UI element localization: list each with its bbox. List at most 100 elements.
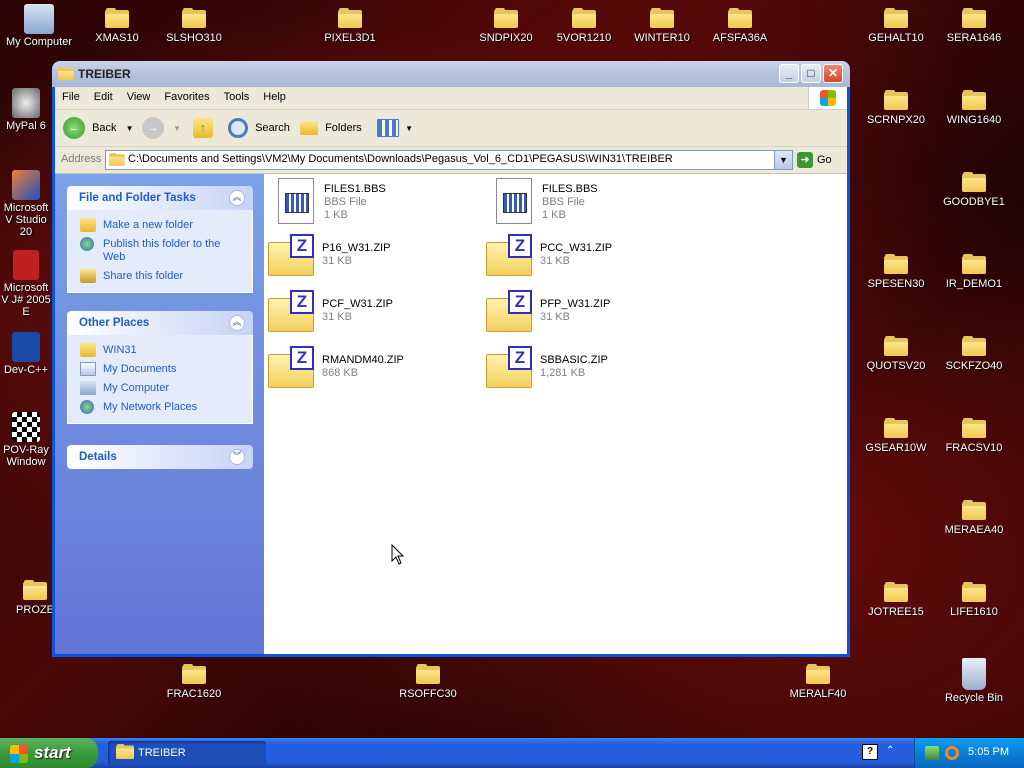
maximize-button[interactable]: □ (801, 64, 821, 83)
file-item[interactable]: Z PFP_W31.ZIP 31 KB (482, 288, 692, 334)
search-button[interactable]: Search (228, 117, 290, 139)
menu-edit[interactable]: Edit (87, 87, 120, 103)
file-item[interactable]: Z PCC_W31.ZIP 31 KB (482, 232, 692, 278)
desktop-icon-label: RSOFFC30 (399, 688, 457, 700)
menu-help[interactable]: Help (256, 87, 293, 103)
desktop-icon-mypal[interactable]: MyPal 6 (0, 88, 52, 132)
desktop-icon-sckfzo40[interactable]: SCKFZO40 (935, 336, 1013, 372)
file-item[interactable]: Z SBBASIC.ZIP 1,281 KB (482, 344, 692, 390)
desktop-icon-5vor1210[interactable]: 5VOR1210 (545, 8, 623, 44)
desktop-icon-rsoffc30[interactable]: RSOFFC30 (389, 664, 467, 700)
folder-icon (416, 664, 440, 684)
file-item[interactable]: Z RMANDM40.ZIP 868 KB (264, 344, 474, 390)
desktop-icon-ir-demo1[interactable]: IR_DEMO1 (935, 254, 1013, 290)
desktop-icon-povray[interactable]: POV-Ray Window (0, 412, 52, 468)
clock[interactable]: 5:05 PM (968, 746, 1009, 758)
system-tray: 5:05 PM (914, 738, 1024, 768)
file-name: FILES.BBS (542, 183, 598, 195)
taskbar-item-label: TREIBER (138, 747, 186, 759)
desktop-icon-life1610[interactable]: LIFE1610 (935, 582, 1013, 618)
task-publish-folder[interactable]: Publish this folder to the Web (68, 235, 252, 267)
expand-icon[interactable]: ︾ (229, 449, 245, 465)
desktop-icon-gehalt10[interactable]: GEHALT10 (857, 8, 935, 44)
vjsharp-icon (13, 250, 39, 280)
minimize-button[interactable]: _ (779, 64, 799, 83)
desktop-icon-scrnpx20[interactable]: SCRNPX20 (857, 90, 935, 126)
desktop-icon-quotsv20[interactable]: QUOTSV20 (857, 336, 935, 372)
file-item[interactable]: Z P16_W31.ZIP 31 KB (264, 232, 474, 278)
file-item[interactable]: Z PCF_W31.ZIP 31 KB (264, 288, 474, 334)
file-item[interactable]: FILES.BBS BBS File 1 KB (486, 178, 696, 226)
menu-file[interactable]: File (55, 87, 87, 103)
desktop-icon-dev-cpp[interactable]: Dev-C++ (0, 332, 52, 376)
search-tray-icon[interactable] (945, 746, 959, 760)
desktop-icon-wing1640[interactable]: WING1640 (935, 90, 1013, 126)
place-my-documents[interactable]: My Documents (68, 360, 252, 379)
desktop-icon-label: WING1640 (946, 114, 1002, 126)
details-panel: Details ︾ (67, 445, 253, 469)
panel-header[interactable]: File and Folder Tasks ︽ (67, 186, 253, 210)
file-folder-tasks-panel: File and Folder Tasks ︽ Make a new folde… (67, 186, 253, 293)
desktop-icon-meraea40[interactable]: MERAEA40 (935, 500, 1013, 536)
place-my-network-places[interactable]: My Network Places (68, 398, 252, 417)
desktop-icon-frac1620[interactable]: FRAC1620 (155, 664, 233, 700)
close-button[interactable]: ✕ (823, 64, 843, 83)
back-button[interactable]: ← Back ▼ (63, 117, 134, 140)
globe-icon (80, 237, 94, 251)
place-win31[interactable]: WIN31 (68, 341, 252, 360)
desktop-icon-slsho310[interactable]: SLSHO310 (155, 8, 233, 44)
file-item[interactable]: FILES1.BBS BBS File 1 KB (268, 178, 478, 226)
desktop-icon-pixel3d1[interactable]: PIXEL3D1 (311, 8, 389, 44)
desktop-icon-afsfa36a[interactable]: AFSFA36A (701, 8, 779, 44)
start-button[interactable]: start (0, 738, 98, 768)
menu-tools[interactable]: Tools (217, 87, 257, 103)
desktop-icon-gsear10w[interactable]: GSEAR10W (857, 418, 935, 454)
place-my-computer[interactable]: My Computer (68, 379, 252, 398)
go-button[interactable]: ➜ Go (797, 151, 832, 169)
desktop-icon-label: MyPal 6 (6, 120, 46, 132)
menu-view[interactable]: View (120, 87, 158, 103)
forward-dropdown-icon[interactable]: ▼ (173, 124, 181, 133)
desktop-icon-label: POV-Ray Window (3, 444, 49, 468)
network-tray-icon[interactable] (925, 746, 939, 760)
place-label: My Documents (103, 363, 177, 375)
forward-button[interactable]: → ▼ (142, 117, 181, 140)
desktop-icon-sndpix20[interactable]: SNDPIX20 (467, 8, 545, 44)
desktop-icon-fracsv10[interactable]: FRACSV10 (935, 418, 1013, 454)
desktop-icon-goodbye1[interactable]: GOODBYE1 (935, 172, 1013, 208)
task-make-new-folder[interactable]: Make a new folder (68, 216, 252, 235)
desktop-icon-sera1646[interactable]: SERA1646 (935, 8, 1013, 44)
file-name: PCF_W31.ZIP (322, 298, 393, 310)
task-share-folder[interactable]: Share this folder (68, 267, 252, 286)
desktop-icon-recycle-bin[interactable]: Recycle Bin (935, 658, 1013, 704)
desktop-icon-my-computer[interactable]: My Computer (0, 4, 78, 48)
views-button[interactable]: ▼ (377, 117, 413, 139)
desktop-icon-meralf40[interactable]: MERALF40 (779, 664, 857, 700)
folder-icon (105, 8, 129, 28)
collapse-icon[interactable]: ︽ (229, 315, 245, 331)
desktop-icon-spesen30[interactable]: SPESEN30 (857, 254, 935, 290)
desktop-icon-vjsharp[interactable]: Microsoft V J# 2005 E (0, 250, 52, 318)
help-icon[interactable]: ? (862, 744, 878, 760)
address-input[interactable]: C:\Documents and Settings\VM2\My Documen… (105, 150, 793, 170)
windows-flag-icon (10, 744, 28, 763)
taskbar-item-treiber[interactable]: TREIBER (108, 741, 266, 765)
up-folder-button[interactable]: ↑ (193, 117, 213, 139)
desktop-icon-winter10[interactable]: WINTER10 (623, 8, 701, 44)
back-dropdown-icon[interactable]: ▼ (126, 124, 134, 133)
title-bar[interactable]: TREIBER _ □ ✕ (52, 61, 850, 87)
collapse-icon[interactable]: ︽ (229, 190, 245, 206)
panel-header[interactable]: Other Places ︽ (67, 311, 253, 335)
desktop-icon-jotree15[interactable]: JOTREE15 (857, 582, 935, 618)
folder-icon (806, 664, 830, 684)
computer-icon (80, 381, 96, 395)
folders-button[interactable]: Folders (300, 117, 362, 139)
desktop-icon-visual-studio[interactable]: Microsoft V Studio 20 (0, 170, 52, 238)
desktop-icon-xmas10[interactable]: XMAS10 (78, 8, 156, 44)
panel-header[interactable]: Details ︾ (67, 445, 253, 469)
file-name: PCC_W31.ZIP (540, 242, 613, 254)
folder-icon (884, 8, 908, 28)
menu-favorites[interactable]: Favorites (157, 87, 216, 103)
tray-expand-icon[interactable]: ⌃ (886, 745, 894, 756)
address-dropdown-button[interactable]: ▼ (774, 151, 792, 169)
